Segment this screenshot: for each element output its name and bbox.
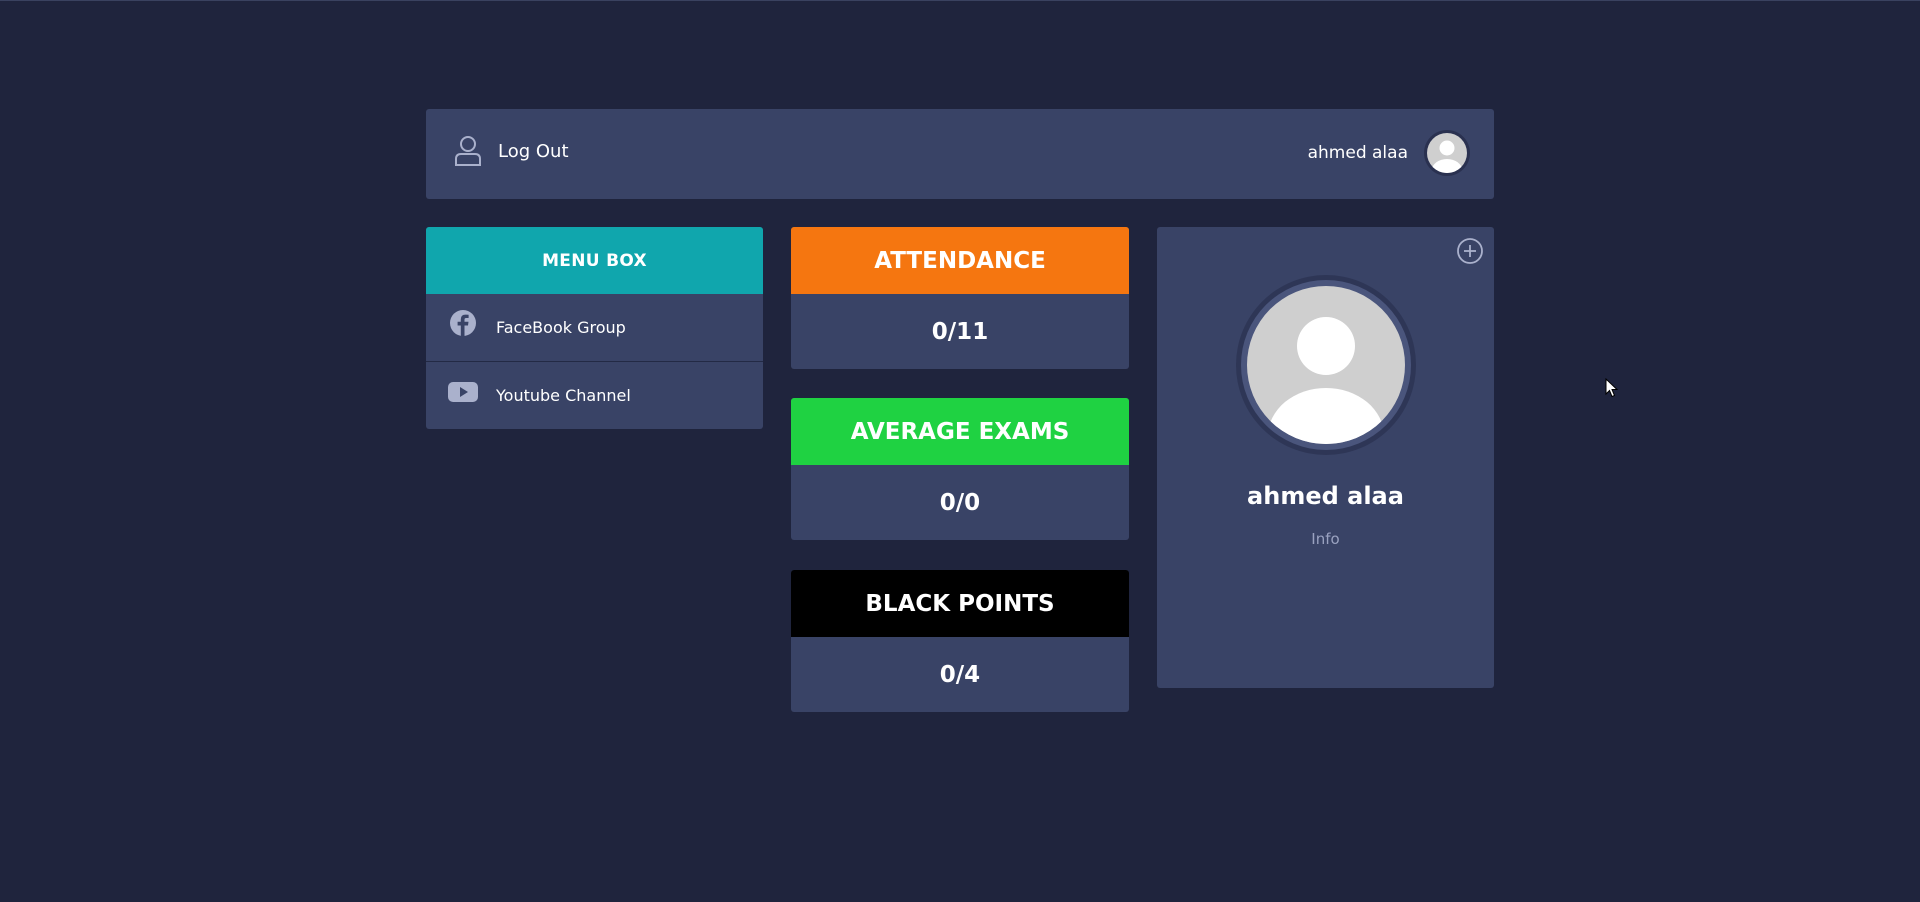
top-bar: Log Out ahmed alaa <box>426 109 1494 199</box>
menu-item-label: FaceBook Group <box>496 318 626 337</box>
profile-avatar <box>1236 275 1416 455</box>
logout-button[interactable]: Log Out <box>454 135 569 167</box>
profile-name: ahmed alaa <box>1247 482 1404 510</box>
user-menu: ahmed alaa <box>1308 130 1470 176</box>
logout-label: Log Out <box>498 140 569 162</box>
info-link[interactable]: Info <box>1157 530 1494 548</box>
menu-box-title: MENU BOX <box>426 227 763 294</box>
user-outline-icon <box>455 136 481 166</box>
black-points-card: BLACK POINTS 0/4 <box>791 570 1129 712</box>
avatar-image <box>1427 133 1467 173</box>
person-icon <box>1432 140 1462 173</box>
menu-item-label: Youtube Channel <box>496 386 631 405</box>
menu-box: MENU BOX FaceBook Group Youtube Channel <box>426 227 763 429</box>
black-points-title: BLACK POINTS <box>791 570 1129 637</box>
menu-item-facebook[interactable]: FaceBook Group <box>426 294 763 361</box>
header-user-name: ahmed alaa <box>1307 143 1408 163</box>
person-icon <box>1268 317 1384 444</box>
facebook-icon <box>450 309 476 336</box>
mouse-cursor-icon <box>1605 378 1619 398</box>
avatar[interactable] <box>1424 130 1470 176</box>
attendance-card: ATTENDANCE 0/11 <box>791 227 1129 369</box>
youtube-icon <box>448 381 478 402</box>
black-points-value: 0/4 <box>939 661 981 688</box>
avatar-ring <box>1241 280 1411 450</box>
attendance-value: 0/11 <box>931 318 989 345</box>
average-exams-card: AVERAGE EXAMS 0/0 <box>791 398 1129 540</box>
attendance-title: ATTENDANCE <box>791 227 1129 294</box>
add-circle-icon[interactable] <box>1456 237 1484 265</box>
avatar-image <box>1247 286 1405 444</box>
average-exams-title: AVERAGE EXAMS <box>791 398 1129 465</box>
menu-item-youtube[interactable]: Youtube Channel <box>426 361 763 429</box>
top-border <box>0 0 1920 1</box>
profile-card: ahmed alaa Info <box>1157 227 1494 688</box>
average-exams-value: 0/0 <box>939 489 981 516</box>
